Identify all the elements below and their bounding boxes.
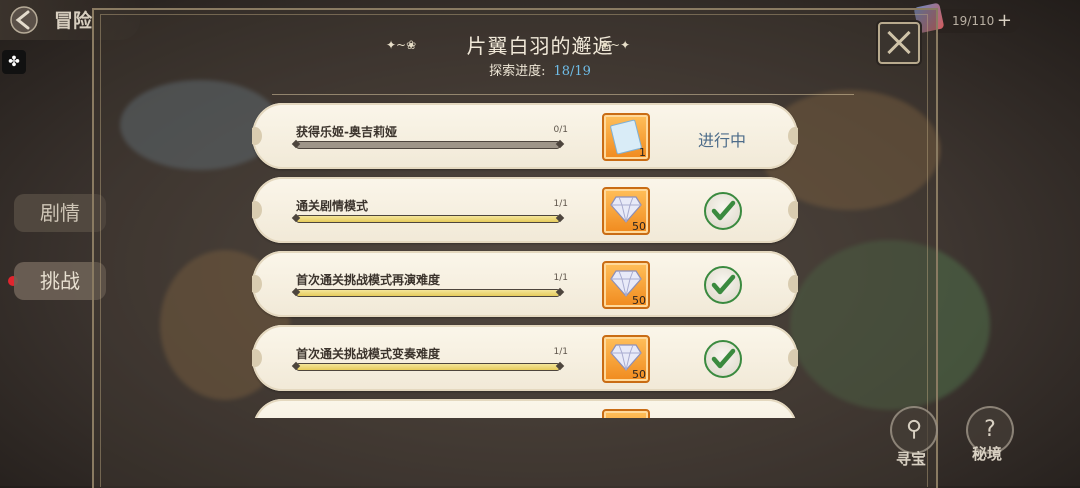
reward-item[interactable] [602, 409, 650, 418]
ornament-right-icon: ❀~✦ [600, 38, 631, 52]
currency-value: 19/110 [952, 14, 995, 28]
reward-item[interactable]: 50 [602, 335, 650, 383]
task-count: 1/1 [553, 273, 568, 283]
task-name: 首次通关挑战模式再演难度 [296, 273, 441, 287]
reward-item[interactable]: 1 [602, 113, 650, 161]
completed-check-icon [704, 266, 742, 304]
card-notch [788, 127, 798, 145]
header-divider [272, 94, 854, 95]
reward-quantity: 50 [632, 220, 646, 233]
exploration-progress: 探索进度: 18/19 [0, 60, 1080, 79]
reward-item[interactable]: 50 [602, 261, 650, 309]
task-count: 1/1 [553, 199, 568, 209]
card-notch [252, 201, 262, 219]
task-count: 0/1 [553, 125, 568, 135]
diamond-icon [610, 196, 642, 223]
task-progress-bar [296, 289, 560, 297]
card-notch [788, 275, 798, 293]
task-card: 获得乐姬-奥吉莉娅 0/1 1 进行中 [252, 103, 798, 169]
task-progress-fill [297, 290, 559, 296]
completed-check-icon [704, 340, 742, 378]
card-notch [252, 275, 262, 293]
reward-item[interactable]: 50 [602, 187, 650, 235]
task-name: 通关剧情模式 [296, 199, 369, 213]
task-progress-fill [297, 216, 559, 222]
task-progress-fill [297, 364, 559, 370]
diamond-icon [610, 270, 642, 297]
task-card: 通关剧情模式 1/1 50 [252, 177, 798, 243]
card-notch [252, 349, 262, 367]
task-card-partial [252, 399, 798, 418]
ticket-icon [609, 119, 643, 155]
task-progress-bar [296, 363, 560, 371]
task-progress-bar [296, 141, 560, 149]
progress-value: 18/19 [553, 64, 591, 79]
reward-quantity: 50 [632, 368, 646, 381]
reward-quantity: 1 [639, 146, 646, 159]
secret-realm-label[interactable]: 秘境 [972, 443, 1002, 464]
task-count: 1/1 [553, 347, 568, 357]
card-notch [788, 201, 798, 219]
treasure-hunt-label[interactable]: 寻宝 [896, 448, 926, 469]
page-title: 冒险 [54, 10, 93, 32]
task-name: 首次通关挑战模式变奏难度 [296, 347, 441, 361]
quest-title: 片翼白羽的邂逅 [466, 34, 614, 58]
task-card: 首次通关挑战模式变奏难度 1/1 50 [252, 325, 798, 391]
task-progress-bar [296, 215, 560, 223]
magnifier-icon[interactable]: ⚲ [890, 406, 938, 454]
completed-check-icon [704, 192, 742, 230]
diamond-icon [610, 344, 642, 371]
task-name: 获得乐姬-奥吉莉娅 [296, 125, 397, 139]
progress-label: 探索进度: [489, 64, 546, 79]
task-list[interactable]: 获得乐姬-奥吉莉娅 0/1 1 进行中 通关剧情模式 1/1 50 首次通关挑战… [252, 100, 798, 418]
card-notch [788, 349, 798, 367]
status-in-progress: 进行中 [697, 131, 746, 150]
reward-quantity: 50 [632, 294, 646, 307]
task-card: 首次通关挑战模式再演难度 1/1 50 [252, 251, 798, 317]
card-notch [252, 127, 262, 145]
